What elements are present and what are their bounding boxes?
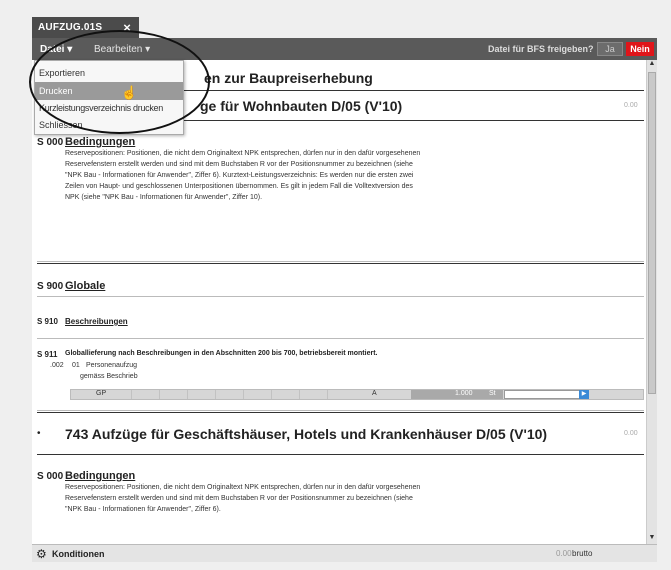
edit-menu[interactable]: Bearbeiten ▾ — [94, 44, 150, 55]
section-code: S 000 — [37, 137, 64, 148]
divider — [37, 412, 644, 413]
chapter2-title: 743 Aufzüge für Geschäftshäuser, Hotels … — [65, 426, 548, 442]
position-text-2: gemäss Beschrieb — [80, 373, 138, 380]
section-code: S 910 — [37, 317, 58, 326]
chapter2-version: 0.00 — [624, 430, 638, 437]
menu-item-print-short-list[interactable]: Kurzleistungsverzeichnis drucken — [35, 99, 183, 117]
chapter2-divider — [37, 454, 644, 455]
section-code: S 911 — [37, 350, 58, 359]
chapter1-version: 0.00 — [624, 102, 638, 109]
position-number: .002 — [50, 362, 64, 369]
file-dropdown-menu: Exportieren Drucken Kurzleistungsverzeic… — [34, 60, 184, 135]
scroll-up-icon[interactable]: ▲ — [647, 60, 657, 70]
scroll-down-icon[interactable]: ▼ — [647, 534, 657, 544]
section-title-beschreibungen: Beschreibungen — [65, 317, 128, 326]
scroll-thumb[interactable] — [648, 72, 656, 394]
divider — [37, 263, 644, 264]
footer-amount-unit: brutto — [572, 549, 593, 558]
chapter-bullet: • — [37, 428, 41, 439]
quantity-value: 1.000 — [455, 390, 473, 397]
section-title-globale: Globale — [65, 280, 106, 292]
play-icon[interactable]: ▶ — [579, 390, 589, 399]
status-footer: ⚙ Konditionen 0.00 brutto — [32, 544, 657, 562]
section-code: S 900 — [37, 281, 64, 292]
grid-cell — [243, 390, 244, 399]
hand-cursor-icon: ☝ — [121, 85, 138, 100]
section-title-bedingungen: Bedingungen — [65, 136, 136, 148]
yes-button[interactable]: Ja — [597, 42, 623, 56]
grid-cell — [271, 390, 272, 399]
menu-item-close[interactable]: Schliessen — [35, 116, 183, 134]
close-icon[interactable]: × — [123, 20, 131, 35]
document-header: en zur Baupreiserhebung — [204, 70, 373, 86]
section-code: S 000 — [37, 471, 64, 482]
conditions-button[interactable]: Konditionen — [52, 549, 105, 559]
tab-title: AUFZUG.01S — [38, 22, 103, 33]
document-tab[interactable]: AUFZUG.01S × — [32, 17, 139, 38]
footer-amount: 0.00 — [556, 549, 572, 558]
grid-cell — [187, 390, 188, 399]
position-text: Personenaufzug — [86, 362, 137, 369]
no-button[interactable]: Nein — [626, 42, 654, 56]
price-input[interactable] — [504, 390, 589, 399]
file-menu[interactable]: Datei ▾ — [40, 44, 72, 55]
menu-item-print[interactable]: Drucken — [35, 82, 183, 100]
grid-gp-label: GP — [96, 390, 107, 397]
unit-value: St — [489, 390, 496, 397]
grid-cell — [159, 390, 160, 399]
menubar: Datei ▾ Bearbeiten ▾ Datei für BFS freig… — [32, 38, 657, 60]
position-sub: 01 — [72, 362, 80, 369]
menu-item-export[interactable]: Exportieren — [35, 64, 183, 82]
section-title-bedingungen-2: Bedingungen — [65, 470, 136, 482]
divider — [37, 410, 644, 411]
gear-icon[interactable]: ⚙ — [36, 547, 47, 561]
vertical-scrollbar[interactable]: ▲ ▼ — [646, 60, 657, 544]
section-body-text: Reservepositionen: Positionen, die nicht… — [65, 150, 421, 201]
grid-cell — [131, 390, 132, 399]
release-question: Datei für BFS freigeben? — [488, 44, 594, 54]
grid-a-label: A — [372, 390, 377, 397]
grid-cell — [327, 390, 328, 399]
chapter1-title: ge für Wohnbauten D/05 (V'10) — [200, 98, 403, 114]
grid-cell — [215, 390, 216, 399]
divider — [37, 296, 644, 297]
section-title-globallieferung: Globallieferung nach Beschreibungen in d… — [65, 350, 378, 357]
grid-cell — [299, 390, 300, 399]
application-window: AUFZUG.01S × Datei ▾ Bearbeiten ▾ Datei … — [28, 2, 661, 565]
divider — [37, 338, 644, 339]
divider — [37, 261, 644, 262]
position-entry-row: GP A 1.000 St ▶ — [70, 389, 644, 400]
section-body-text-2: Reservepositionen: Positionen, die nicht… — [65, 484, 421, 513]
